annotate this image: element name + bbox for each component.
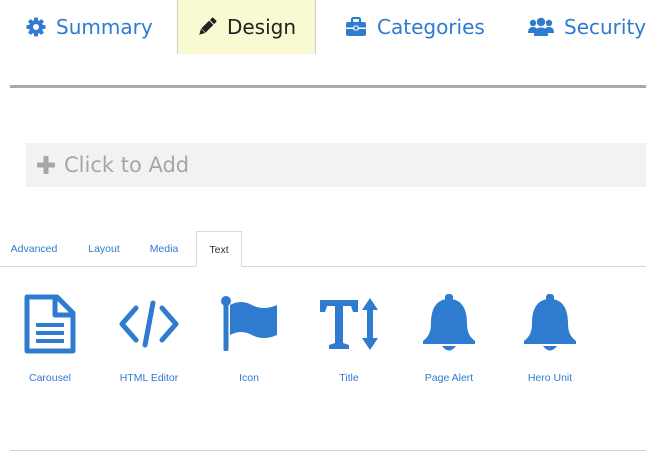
tab-layout[interactable]: Layout <box>82 231 126 267</box>
bell-icon <box>524 294 576 351</box>
text-height-icon <box>320 298 378 350</box>
tab-advanced[interactable]: Advanced <box>6 231 62 267</box>
widget-icon[interactable]: Icon <box>199 288 299 388</box>
widget-carousel-label: Carousel <box>28 372 72 384</box>
widget-icon-label: Icon <box>239 372 259 384</box>
tab-categories-label: Categories <box>377 15 485 39</box>
widget-hero-unit-label: Hero Unit <box>527 372 573 384</box>
widget-page-alert-label: Page Alert <box>424 372 474 384</box>
users-icon <box>528 17 554 36</box>
gear-icon <box>26 17 46 37</box>
flag-icon <box>221 296 277 351</box>
tab-security-label: Security <box>564 15 646 39</box>
tab-design[interactable]: Design <box>177 0 316 54</box>
tab-divider <box>10 85 646 88</box>
tab-summary[interactable]: Summary <box>26 0 153 54</box>
pencil-icon <box>199 17 217 35</box>
widget-title[interactable]: Title <box>299 288 399 388</box>
widget-category-tabs: Advanced Layout Media Text <box>0 231 646 267</box>
click-to-add-bar[interactable]: Click to Add <box>26 143 646 187</box>
tab-categories[interactable]: Categories <box>345 0 485 54</box>
document-icon <box>24 294 76 354</box>
widget-carousel[interactable]: Carousel <box>0 288 100 388</box>
click-to-add-label: Click to Add <box>64 153 190 177</box>
top-tab-bar: Summary Design Categories Security <box>0 0 646 56</box>
tab-text[interactable]: Text <box>196 231 242 267</box>
plus-icon <box>37 156 55 174</box>
tab-media[interactable]: Media <box>144 231 184 267</box>
tab-summary-label: Summary <box>56 15 153 39</box>
tab-design-label: Design <box>226 15 297 39</box>
widget-page-alert[interactable]: Page Alert <box>399 288 499 388</box>
code-icon <box>119 300 179 348</box>
widget-html-editor-label: HTML Editor <box>119 372 179 384</box>
tab-security[interactable]: Security <box>528 0 646 54</box>
briefcase-icon <box>346 17 366 36</box>
widget-hero-unit[interactable]: Hero Unit <box>500 288 600 388</box>
bell-icon <box>423 294 475 351</box>
widget-html-editor[interactable]: HTML Editor <box>99 288 199 388</box>
widget-title-label: Title <box>339 372 359 384</box>
